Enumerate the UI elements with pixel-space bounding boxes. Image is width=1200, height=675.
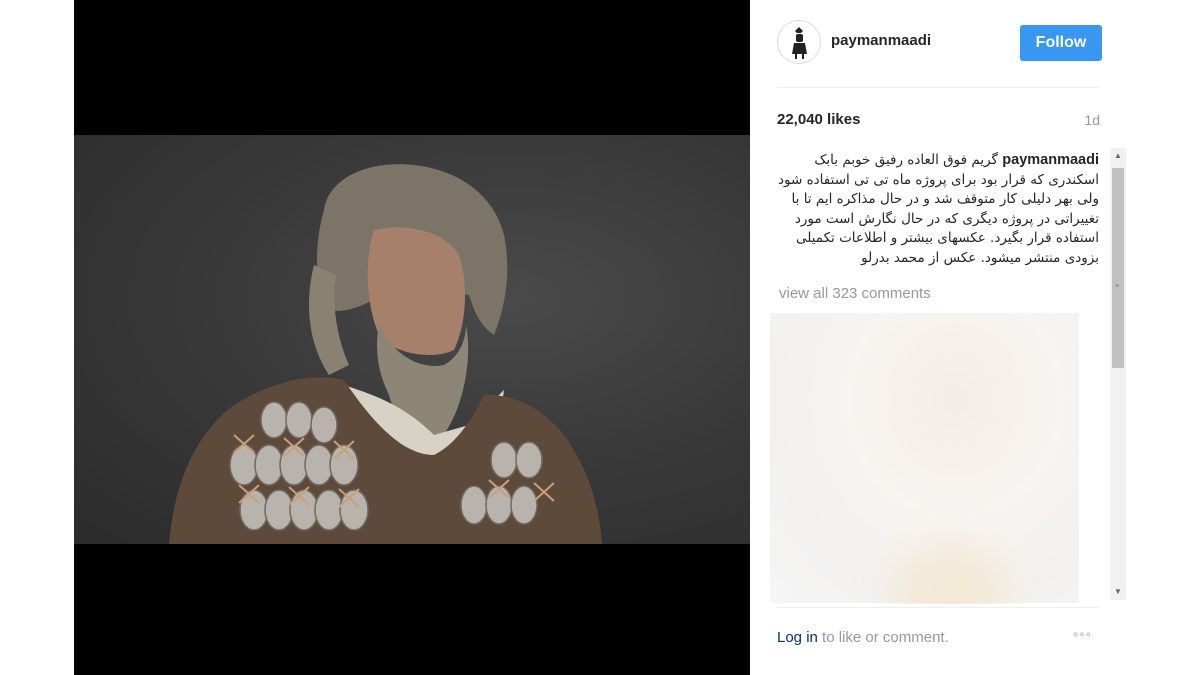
view-all-comments-link[interactable]: view all 323 comments [779, 285, 931, 302]
scroll-up-arrow-icon[interactable]: ▲ [1110, 148, 1126, 164]
login-link[interactable]: Log in [777, 629, 818, 646]
post-timestamp[interactable]: 1d [1084, 112, 1100, 128]
comments-scrollbar[interactable]: ▲ ≡ ▼ [1110, 148, 1126, 600]
divider [777, 87, 1101, 88]
login-prompt-text: to like or comment. [817, 629, 949, 646]
profile-avatar-icon[interactable] [777, 20, 821, 64]
comments-section[interactable]: paymanmaadi گریم فوق العاده رفیق خوبم با… [770, 148, 1107, 604]
post-photo [74, 135, 750, 544]
likes-count[interactable]: 22,040 likes [777, 111, 860, 128]
scrollbar-grip-icon: ≡ [1115, 283, 1120, 290]
scrollbar-thumb[interactable]: ≡ [1112, 168, 1124, 368]
blur-highlight [890, 543, 1010, 604]
caption-username[interactable]: paymanmaadi [1002, 152, 1099, 168]
login-prompt: Log in to like or comment. [777, 629, 949, 646]
post-username[interactable]: paymanmaadi [831, 32, 931, 49]
blurred-comments [770, 313, 1079, 604]
caption-text: گریم فوق العاده رفیق خوبم بابک اسکندری ک… [778, 152, 1099, 266]
post-media [74, 0, 750, 675]
post-caption: paymanmaadi گریم فوق العاده رفیق خوبم با… [777, 151, 1099, 268]
post-side-panel: paymanmaadi Follow 22,040 likes 1d payma… [750, 0, 1200, 675]
follow-button[interactable]: Follow [1020, 25, 1102, 61]
divider [777, 607, 1101, 608]
more-options-icon[interactable]: ◦◦◦ [1073, 626, 1092, 643]
scroll-down-arrow-icon[interactable]: ▼ [1110, 584, 1126, 600]
